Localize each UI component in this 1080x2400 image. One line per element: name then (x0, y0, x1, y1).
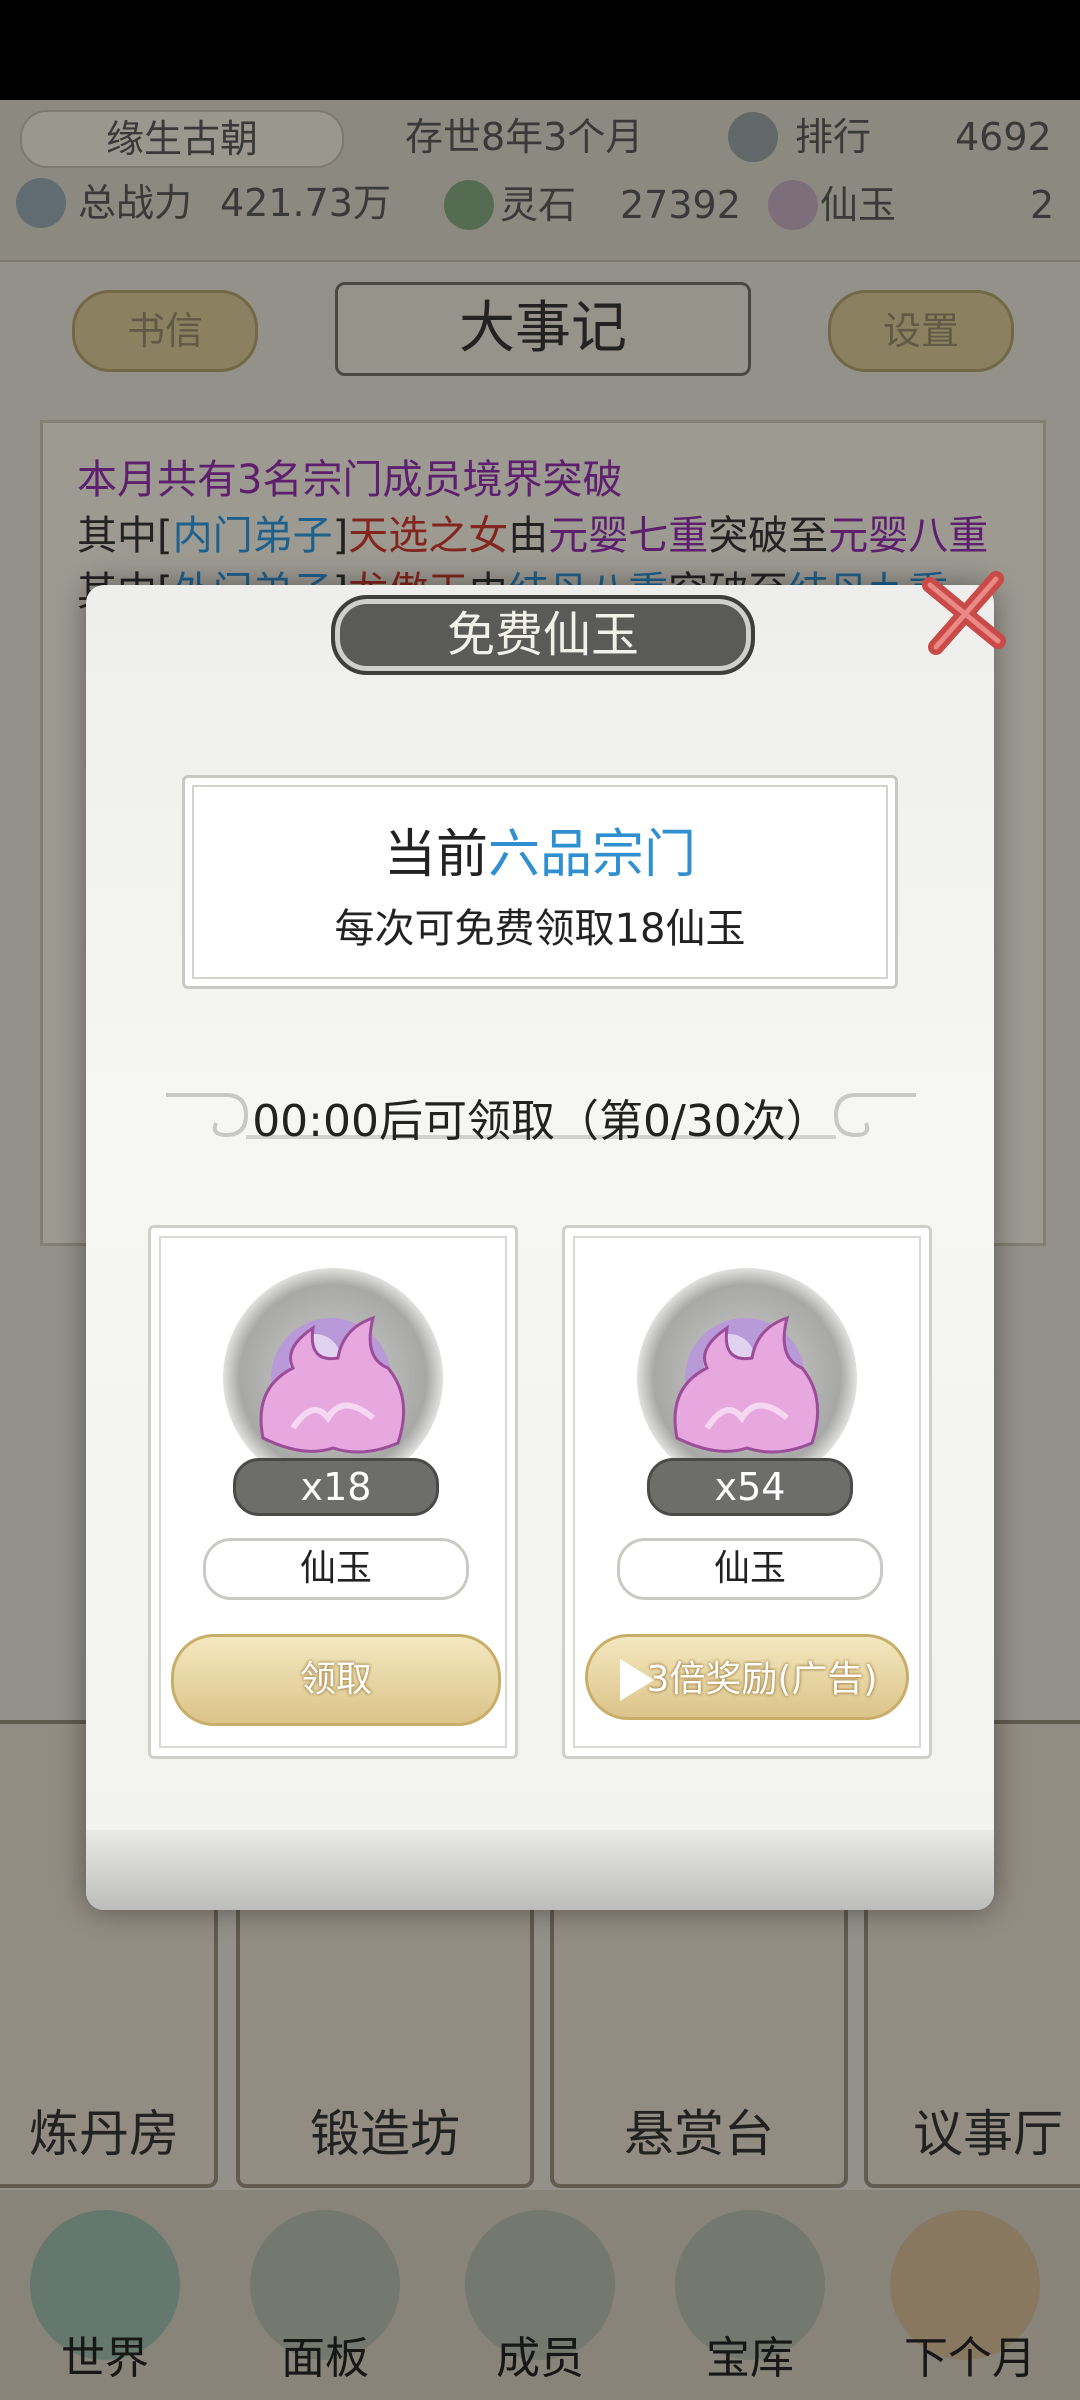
jade-orb-icon (223, 1268, 443, 1488)
sect-info-box: 当前六品宗门 每次可免费领取18仙玉 (182, 775, 898, 989)
per-claim-text: 每次可免费领取18仙玉 (334, 906, 746, 952)
jade-orb-icon (637, 1268, 857, 1488)
claim-button[interactable]: 领取 (171, 1634, 501, 1726)
reward-name: 仙玉 (203, 1538, 469, 1600)
reward-card-ad: x54 仙玉 3倍奖励(广告) (562, 1225, 932, 1759)
current-sect-grade: 当前六品宗门 (383, 825, 697, 885)
claim-timer: 00:00后可领取（第0/30次） (252, 1096, 830, 1147)
free-jade-dialog: 免费仙玉 当前六品宗门 每次可免费领取18仙玉 00:00后可领取（第0/30次… (86, 571, 1006, 1910)
reward-quantity: x54 (647, 1458, 853, 1516)
timer-band: 00:00后可领取（第0/30次） (166, 1075, 916, 1165)
dialog-bottom-border (86, 1830, 994, 1910)
reward-card-free: x18 仙玉 领取 (148, 1225, 518, 1759)
close-icon[interactable] (916, 565, 1012, 661)
triple-reward-ad-button[interactable]: 3倍奖励(广告) (585, 1634, 909, 1720)
reward-name: 仙玉 (617, 1538, 883, 1600)
play-icon (620, 1659, 654, 1701)
triple-reward-label: 3倍奖励(广告) (646, 1659, 878, 1700)
dialog-title: 免费仙玉 (331, 595, 755, 675)
reward-quantity: x18 (233, 1458, 439, 1516)
